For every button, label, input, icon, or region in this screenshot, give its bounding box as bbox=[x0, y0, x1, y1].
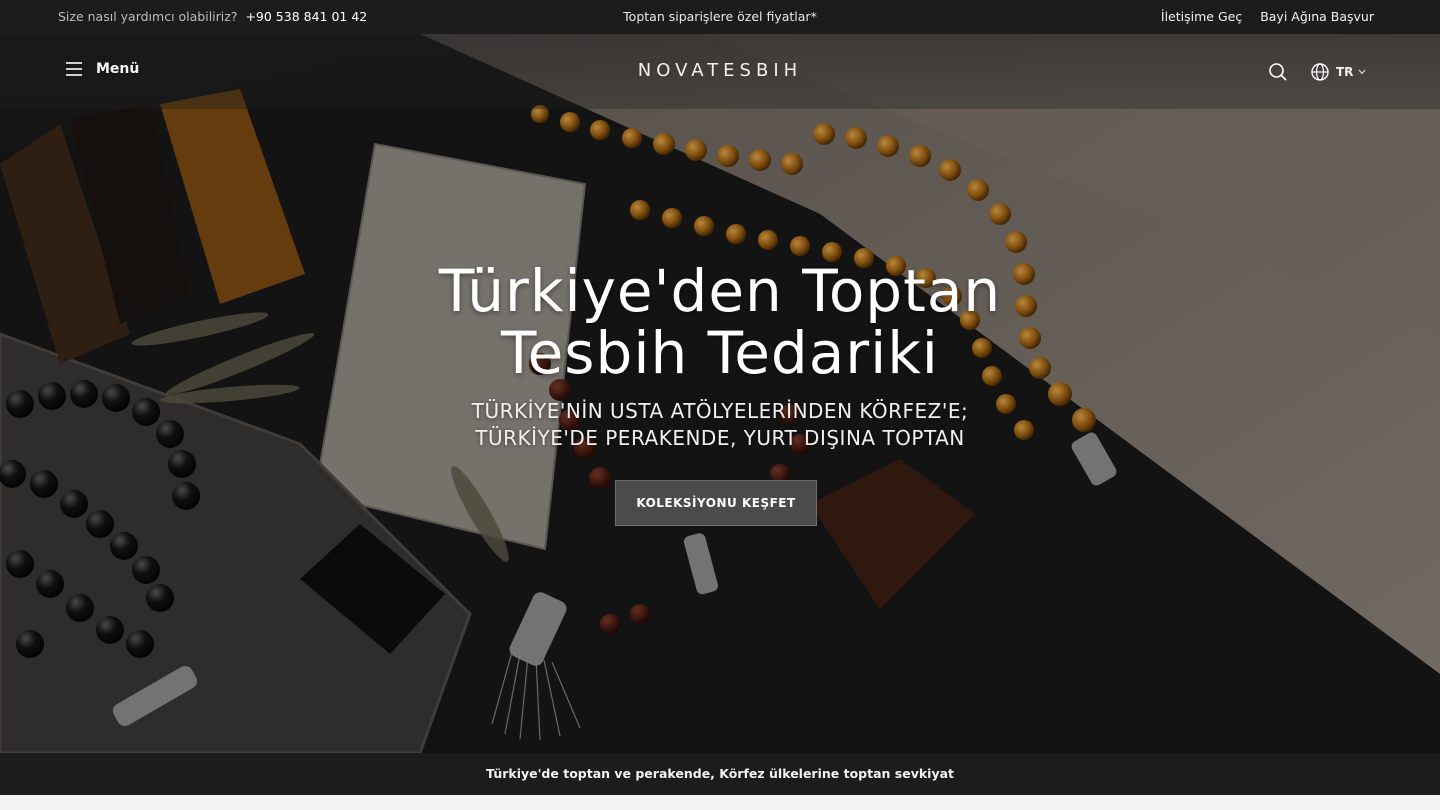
hero-title-line-1: Türkiye'den Toptan bbox=[438, 257, 1002, 325]
shipping-info-bar: Türkiye'de toptan ve perakende, Körfez ü… bbox=[0, 753, 1440, 795]
promo-text: Toptan siparişlere özel fiyatlar* bbox=[623, 9, 817, 24]
hero-subtitle: TÜRKİYE'NİN USTA ATÖLYELERİNDEN KÖRFEZ'E… bbox=[0, 398, 1440, 452]
logo-container: NOVATESBIH bbox=[0, 60, 1440, 81]
search-icon[interactable] bbox=[1268, 62, 1288, 82]
chevron-down-icon bbox=[1358, 69, 1366, 75]
announcement-bar: Size nasıl yardımcı olabiliriz? +90 538 … bbox=[0, 0, 1440, 34]
hero-title: Türkiye'den Toptan Tesbih Tedariki bbox=[0, 260, 1440, 384]
help-contact: Size nasıl yardımcı olabiliriz? +90 538 … bbox=[58, 9, 367, 24]
hero-section: Menü NOVATESBIH TR Türkiye'den Toptan Te… bbox=[0, 34, 1440, 753]
contact-link[interactable]: İletişime Geç bbox=[1161, 9, 1242, 24]
language-selector[interactable]: TR bbox=[1310, 62, 1366, 82]
site-header: Menü NOVATESBIH TR bbox=[0, 34, 1440, 109]
hero-subtitle-line-1: TÜRKİYE'NİN USTA ATÖLYELERİNDEN KÖRFEZ'E… bbox=[471, 399, 969, 423]
dealer-apply-link[interactable]: Bayi Ağına Başvur bbox=[1260, 9, 1374, 24]
help-text: Size nasıl yardımcı olabiliriz? bbox=[58, 9, 238, 24]
page-content-start bbox=[0, 795, 1440, 810]
hero-content: Türkiye'den Toptan Tesbih Tedariki TÜRKİ… bbox=[0, 260, 1440, 452]
hero-subtitle-line-2: TÜRKİYE'DE PERAKENDE, YURT DIŞINA TOPTAN bbox=[475, 426, 965, 450]
site-logo[interactable]: NOVATESBIH bbox=[638, 60, 802, 81]
explore-collection-button[interactable]: KOLEKSİYONU KEŞFET bbox=[615, 480, 817, 526]
menu-button[interactable]: Menü bbox=[64, 61, 139, 77]
hero-title-line-2: Tesbih Tedariki bbox=[501, 319, 939, 387]
topbar-links: İletişime Geç Bayi Ağına Başvur bbox=[1147, 9, 1374, 24]
hamburger-icon bbox=[66, 62, 82, 76]
language-code: TR bbox=[1336, 65, 1354, 79]
menu-label: Menü bbox=[96, 61, 140, 77]
globe-icon bbox=[1311, 63, 1329, 81]
shipping-info-text: Türkiye'de toptan ve perakende, Körfez ü… bbox=[485, 766, 955, 781]
phone-link[interactable]: +90 538 841 01 42 bbox=[245, 9, 367, 24]
